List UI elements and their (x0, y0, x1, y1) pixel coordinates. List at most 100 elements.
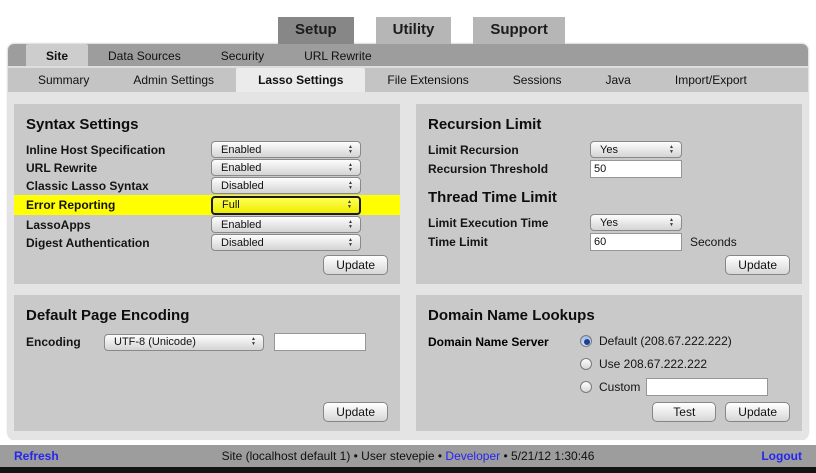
stepper-arrows-icon (345, 220, 356, 230)
recursion-thread-panel: Recursion Limit Limit Recursion Yes Recu… (416, 104, 802, 284)
main-container: Site Data Sources Security URL Rewrite S… (8, 44, 808, 440)
panel-title: Domain Name Lookups (428, 307, 790, 324)
default-page-encoding-panel: Default Page Encoding Encoding UTF-8 (Un… (14, 295, 400, 431)
tab-setup[interactable]: Setup (278, 17, 354, 44)
selected-value: UTF-8 (Unicode) (114, 336, 248, 348)
panel-title: Syntax Settings (26, 116, 388, 133)
classic-lasso-syntax-select[interactable]: Disabled (211, 177, 361, 194)
status-suffix: • 5/21/12 1:30:46 (500, 449, 594, 463)
radio-button-custom[interactable] (580, 381, 592, 393)
tab-java[interactable]: Java (584, 68, 653, 92)
selected-value: Enabled (221, 219, 345, 231)
dns-test-button[interactable]: Test (652, 402, 716, 422)
primary-nav: Setup Utility Support (0, 0, 816, 44)
selected-value: Yes (600, 217, 666, 229)
inline-host-specification-select[interactable]: Enabled (211, 141, 361, 158)
domain-name-lookups-panel: Domain Name Lookups Domain Name Server D… (416, 295, 802, 431)
setting-label: Inline Host Specification (26, 143, 211, 157)
radio-button-use[interactable] (580, 358, 592, 370)
selected-value: Disabled (221, 180, 345, 192)
tab-lasso-settings[interactable]: Lasso Settings (236, 68, 365, 92)
radio-button-default[interactable] (580, 335, 592, 347)
bottom-border-bar (0, 467, 816, 473)
tab-sessions[interactable]: Sessions (491, 68, 584, 92)
setting-label: Limit Recursion (428, 143, 590, 157)
limit-execution-time-select[interactable]: Yes (590, 214, 682, 231)
site-nav: Site Data Sources Security URL Rewrite (8, 44, 808, 68)
syntax-update-button[interactable]: Update (323, 255, 388, 275)
syntax-settings-panel: Syntax Settings Inline Host Specificatio… (14, 104, 400, 284)
setting-row: Limit Recursion Yes (428, 141, 790, 158)
setting-label: Domain Name Server (428, 332, 580, 396)
developer-link[interactable]: Developer (445, 449, 500, 463)
setting-label: Classic Lasso Syntax (26, 179, 211, 193)
setting-label: LassoApps (26, 218, 211, 232)
stepper-arrows-icon (345, 181, 356, 191)
radio-option-custom: Custom (580, 378, 768, 396)
setting-row: Digest Authentication Disabled (26, 234, 388, 251)
radio-label: Default (208.67.222.222) (599, 334, 732, 348)
limit-recursion-select[interactable]: Yes (590, 141, 682, 158)
error-reporting-select[interactable]: Full (211, 196, 361, 215)
tab-data-sources[interactable]: Data Sources (88, 44, 201, 66)
encoding-custom-input[interactable] (274, 333, 366, 351)
stepper-arrows-icon (666, 218, 677, 228)
setting-row: Limit Execution Time Yes (428, 214, 790, 231)
setting-label: Limit Execution Time (428, 216, 590, 230)
radio-label: Custom (599, 380, 640, 394)
stepper-arrows-icon (345, 163, 356, 173)
encoding-update-button[interactable]: Update (323, 402, 388, 422)
refresh-link[interactable]: Refresh (14, 449, 222, 463)
url-rewrite-select[interactable]: Enabled (211, 159, 361, 176)
setting-row: Encoding UTF-8 (Unicode) (26, 332, 388, 352)
panel-title: Thread Time Limit (428, 189, 790, 206)
dns-radio-group: Default (208.67.222.222) Use 208.67.222.… (580, 332, 768, 396)
lassoapps-select[interactable]: Enabled (211, 216, 361, 233)
dns-update-button[interactable]: Update (725, 402, 790, 422)
selected-value: Full (222, 199, 344, 211)
setting-row-highlighted: Error Reporting Full (14, 195, 400, 215)
stepper-arrows-icon (345, 238, 356, 248)
setting-label: Time Limit (428, 235, 590, 249)
radio-label: Use 208.67.222.222 (599, 357, 707, 371)
tab-url-rewrite[interactable]: URL Rewrite (284, 44, 392, 66)
tab-security[interactable]: Security (201, 44, 284, 66)
dns-setting: Domain Name Server Default (208.67.222.2… (428, 332, 790, 396)
settings-nav: Summary Admin Settings Lasso Settings Fi… (8, 68, 808, 92)
logout-link[interactable]: Logout (594, 449, 802, 463)
setting-row: Recursion Threshold (428, 159, 790, 179)
radio-option-default: Default (208.67.222.222) (580, 332, 768, 350)
seconds-label: Seconds (690, 235, 737, 249)
panel-title: Default Page Encoding (26, 307, 388, 324)
session-status: Site (localhost default 1) • User stevep… (222, 449, 595, 463)
tab-summary[interactable]: Summary (16, 68, 111, 92)
setting-label: Error Reporting (26, 198, 211, 212)
tab-admin-settings[interactable]: Admin Settings (111, 68, 236, 92)
tab-support[interactable]: Support (473, 17, 565, 44)
selected-value: Disabled (221, 237, 345, 249)
thread-update-button[interactable]: Update (725, 255, 790, 275)
tab-utility[interactable]: Utility (376, 17, 452, 44)
stepper-arrows-icon (248, 337, 259, 347)
setting-row: Time Limit Seconds (428, 232, 790, 252)
content-area: Syntax Settings Inline Host Specificatio… (8, 92, 808, 440)
tab-site[interactable]: Site (26, 44, 88, 66)
setting-row: Classic Lasso Syntax Disabled (26, 177, 388, 194)
time-limit-input[interactable] (590, 233, 682, 251)
tab-file-extensions[interactable]: File Extensions (365, 68, 490, 92)
setting-row: LassoApps Enabled (26, 216, 388, 233)
setting-label: Recursion Threshold (428, 162, 590, 176)
recursion-threshold-input[interactable] (590, 160, 682, 178)
radio-option-use: Use 208.67.222.222 (580, 355, 768, 373)
stepper-arrows-icon (666, 145, 677, 155)
custom-dns-input[interactable] (646, 378, 768, 396)
tab-import-export[interactable]: Import/Export (653, 68, 769, 92)
stepper-arrows-icon (344, 200, 355, 210)
status-prefix: Site (localhost default 1) • User stevep… (222, 449, 446, 463)
selected-value: Enabled (221, 162, 345, 174)
encoding-select[interactable]: UTF-8 (Unicode) (104, 334, 264, 351)
setting-label: URL Rewrite (26, 161, 211, 175)
setting-label: Digest Authentication (26, 236, 211, 250)
panel-title: Recursion Limit (428, 116, 790, 133)
digest-authentication-select[interactable]: Disabled (211, 234, 361, 251)
